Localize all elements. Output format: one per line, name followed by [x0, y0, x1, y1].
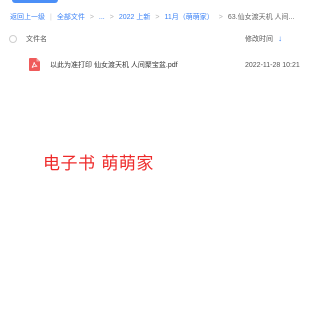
sort-descending-icon[interactable]: ↓ [278, 35, 282, 43]
breadcrumb-folder-november[interactable]: 11月（萌萌家） [164, 12, 213, 22]
breadcrumb-ellipsis[interactable]: ... [99, 14, 105, 21]
chevron-right-icon: > [218, 13, 223, 21]
file-modified-date: 2022-11-28 10:21 [245, 61, 300, 69]
column-header-modified[interactable]: 修改时间 ↓ [245, 34, 282, 44]
breadcrumb-current-folder: 63.仙女渡天机 人间... [227, 14, 295, 21]
back-link[interactable]: 返回上一级 [10, 12, 45, 22]
chevron-right-icon: > [89, 13, 94, 21]
watermark-text: 电子书 萌萌家 [43, 154, 154, 174]
breadcrumb-folder-2022[interactable]: 2022 上新 [119, 12, 151, 22]
column-header-name[interactable]: 文件名 [26, 34, 47, 44]
table-row[interactable]: 以此为准打印 仙女渡天机 人间聚宝盆.pdf 2022-11-28 10:21 [0, 56, 315, 74]
breadcrumb-divider: | [50, 13, 52, 21]
breadcrumb: 返回上一级 | 全部文件 > ... > 2022 上新 > 11月（萌萌家） … [10, 10, 294, 24]
active-tab-indicator [12, 0, 58, 3]
table-header: 文件名 修改时间 ↓ [0, 30, 315, 48]
chevron-right-icon: > [109, 13, 114, 21]
column-header-modified-label: 修改时间 [245, 36, 273, 43]
chevron-right-icon: > [155, 13, 160, 21]
breadcrumb-all-files[interactable]: 全部文件 [57, 12, 85, 22]
file-browser: 返回上一级 | 全部文件 > ... > 2022 上新 > 11月（萌萌家） … [0, 0, 315, 310]
file-name[interactable]: 以此为准打印 仙女渡天机 人间聚宝盆.pdf [50, 60, 178, 70]
select-all-checkbox[interactable] [9, 35, 17, 43]
pdf-icon [29, 58, 40, 71]
